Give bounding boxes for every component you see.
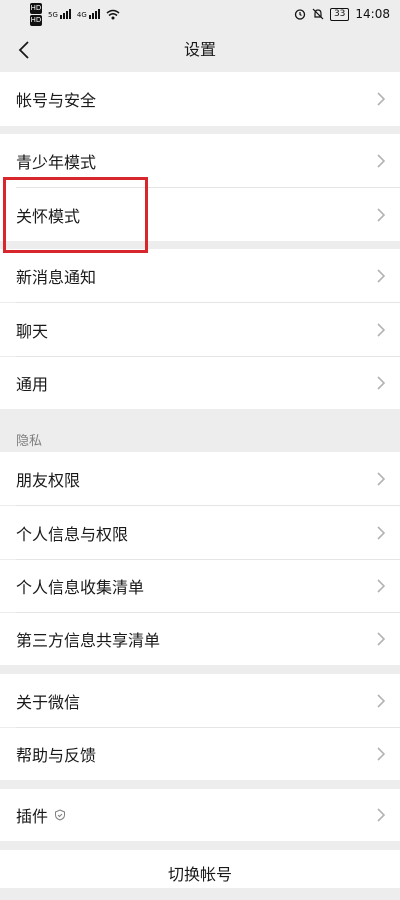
item-label: 个人信息与权限 xyxy=(16,524,129,544)
settings-item-new-message-notify[interactable]: 新消息通知 xyxy=(0,249,400,302)
item-label: 帮助与反馈 xyxy=(16,746,97,765)
chevron-right-icon xyxy=(377,693,386,708)
settings-item-personal-info-collection[interactable]: 个人信息收集清单 xyxy=(0,560,400,612)
item-label: 朋友权限 xyxy=(16,470,81,490)
section-label-privacy: 隐私 xyxy=(16,434,43,449)
item-label: 帐号与安全 xyxy=(16,91,97,110)
chevron-right-icon xyxy=(377,376,386,390)
chevron-right-icon xyxy=(377,525,386,540)
chevron-right-icon xyxy=(377,92,386,106)
item-label: 个人信息收集清单 xyxy=(16,578,145,597)
settings-item-friend-permissions[interactable]: 朋友权限 xyxy=(0,452,400,505)
battery-indicator: 33 xyxy=(329,7,350,21)
back-button[interactable] xyxy=(8,34,40,66)
status-bar: HD HD 5G 4G 33 14:08 xyxy=(0,0,400,28)
settings-item-about-wechat[interactable]: 关于微信 xyxy=(0,674,400,727)
chevron-right-icon xyxy=(377,268,386,283)
item-label: 第三方信息共享清单 xyxy=(16,631,161,650)
chevron-right-icon xyxy=(377,747,386,761)
hd-badge-1: HD xyxy=(30,2,42,14)
hd-indicators: HD HD xyxy=(30,2,42,26)
item-label: 新消息通知 xyxy=(16,267,97,287)
settings-item-general[interactable]: 通用 xyxy=(0,357,400,409)
clock: 14:08 xyxy=(355,7,390,21)
settings-item-plugins[interactable]: 插件 xyxy=(0,789,400,841)
item-label: 关于微信 xyxy=(16,692,81,712)
item-label: 关怀模式 xyxy=(16,206,81,226)
settings-item-help-feedback[interactable]: 帮助与反馈 xyxy=(0,728,400,780)
settings-item-teen-mode[interactable]: 青少年模式 xyxy=(0,134,400,188)
switch-account-label: 切换帐号 xyxy=(167,865,232,884)
settings-item-third-party-sharing[interactable]: 第三方信息共享清单 xyxy=(0,613,400,665)
nav-bar: 设置 xyxy=(0,28,400,72)
item-label: 聊天 xyxy=(16,321,49,341)
status-right: 33 14:08 xyxy=(294,7,390,21)
signal-icon-2: 4G xyxy=(77,9,100,19)
chevron-right-icon xyxy=(377,632,386,646)
item-label: 青少年模式 xyxy=(16,153,97,172)
item-label: 通用 xyxy=(16,375,49,394)
chevron-right-icon xyxy=(377,471,386,486)
status-left: HD HD 5G 4G xyxy=(30,2,120,26)
settings-item-chat[interactable]: 聊天 xyxy=(0,303,400,356)
signal-icon-1: 5G xyxy=(48,9,71,19)
wifi-icon xyxy=(106,9,120,19)
network-type-2: 4G xyxy=(76,11,87,19)
mute-bell-icon xyxy=(312,8,324,20)
chevron-right-icon xyxy=(377,322,386,337)
chevron-right-icon xyxy=(377,207,386,222)
chevron-right-icon xyxy=(377,579,386,593)
item-label: 插件 xyxy=(16,807,49,826)
shield-icon xyxy=(55,809,66,821)
switch-account-button[interactable]: 切换帐号 xyxy=(0,850,400,888)
alarm-icon xyxy=(294,9,306,20)
chevron-right-icon xyxy=(377,154,386,168)
settings-item-personal-info-permissions[interactable]: 个人信息与权限 xyxy=(0,506,400,559)
hd-badge-2: HD xyxy=(30,14,42,26)
settings-item-account-security[interactable]: 帐号与安全 xyxy=(0,72,400,126)
chevron-right-icon xyxy=(377,808,386,822)
network-type-1: 5G xyxy=(48,11,58,19)
settings-item-care-mode[interactable]: 关怀模式 xyxy=(0,188,400,241)
back-arrow-icon xyxy=(18,41,29,59)
page-title: 设置 xyxy=(183,40,216,59)
